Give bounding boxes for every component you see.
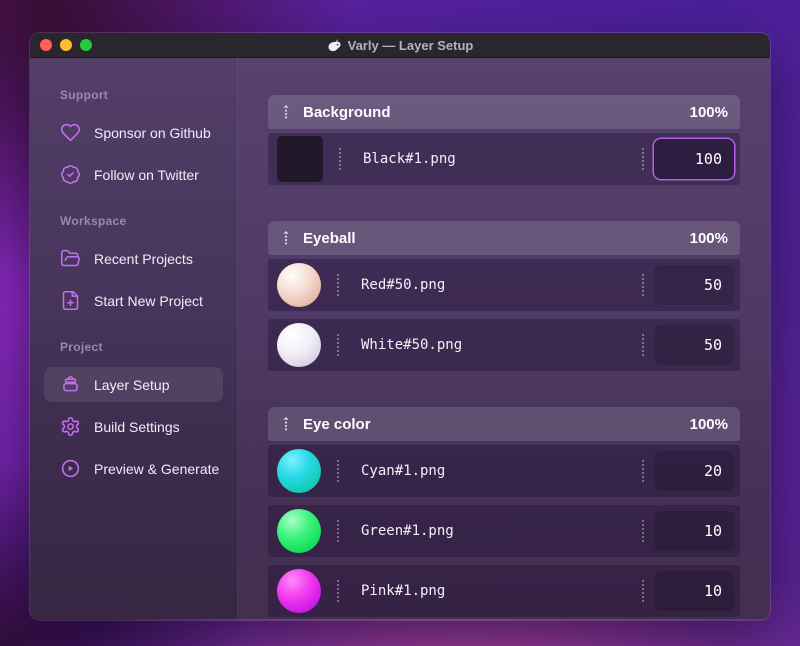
layer-thumbnail-cyan-sphere: [277, 449, 321, 493]
layer-row-white-50-png: White#50.png 50: [268, 319, 740, 371]
folder-open-icon: [60, 248, 81, 269]
layer-weight-input[interactable]: 50: [654, 325, 734, 365]
layer-weight-input[interactable]: 10: [654, 511, 734, 551]
play-circle-icon: [60, 458, 81, 479]
layer-group-header: Background 100%: [268, 95, 740, 129]
layer-group-header: Eye color 100%: [268, 407, 740, 441]
dotted-separator: [339, 148, 341, 170]
sidebar-item-label: Preview & Generate: [94, 460, 220, 477]
layer-group-header: Eyeball 100%: [268, 221, 740, 255]
sidebar-item-follow-on-twitter[interactable]: Follow on Twitter: [44, 157, 223, 192]
gear-icon: [60, 416, 81, 437]
layer-filename: Green#1.png: [361, 523, 454, 539]
layers-stack-icon: [60, 374, 81, 395]
drag-vertical-icon[interactable]: [279, 415, 293, 434]
titlebar: Varly — Layer Setup: [30, 33, 770, 58]
layer-setup-panel: Background 100% Black#1.png 100 Eyeball 100% R…: [238, 58, 770, 619]
layer-row-pink-1-png: Pink#1.png 10: [268, 565, 740, 617]
layer-group-title: Background: [303, 103, 391, 121]
layer-row-green-1-png: Green#1.png 10: [268, 505, 740, 557]
layer-group-background: Background 100% Black#1.png 100: [268, 95, 740, 185]
dotted-separator: [642, 460, 644, 482]
layer-weight-input[interactable]: 100: [654, 139, 734, 179]
zoom-button[interactable]: [80, 39, 92, 51]
layer-thumbnail-pink-sphere: [277, 569, 321, 613]
sidebar-item-label: Start New Project: [94, 292, 203, 309]
sidebar: Support Sponsor on Github Follow on Twitte…: [30, 58, 238, 619]
layer-row-cyan-1-png: Cyan#1.png 20: [268, 445, 740, 497]
layer-row-red-50-png: Red#50.png 50: [268, 259, 740, 311]
layer-group-eyeball: Eyeball 100% Red#50.png 50 White#50.png 50: [268, 221, 740, 371]
sidebar-section-label-support: Support: [60, 88, 109, 102]
sidebar-item-sponsor-on-github[interactable]: Sponsor on Github: [44, 115, 223, 150]
window-title-text: Varly — Layer Setup: [347, 37, 474, 53]
layer-filename: Black#1.png: [363, 151, 456, 167]
dotted-separator: [642, 148, 644, 170]
verified-check-icon: [60, 164, 81, 185]
dotted-separator: [642, 334, 644, 356]
heart-icon: [60, 122, 81, 143]
layer-group-title: Eyeball: [303, 229, 356, 247]
layer-group-eye-color: Eye color 100% Cyan#1.png 20 Green#1.png 10 Pi…: [268, 407, 740, 617]
layer-thumbnail-red-sphere: [277, 263, 321, 307]
sidebar-item-layer-setup[interactable]: Layer Setup: [44, 367, 223, 402]
dotted-separator: [642, 520, 644, 542]
desktop-background: Varly — Layer Setup Support Sponsor on Gi…: [0, 0, 800, 646]
dotted-separator: [337, 274, 339, 296]
sidebar-item-label: Recent Projects: [94, 250, 193, 267]
layer-group-percent: 100%: [689, 103, 728, 121]
file-plus-icon: [60, 290, 81, 311]
dotted-separator: [337, 460, 339, 482]
sidebar-item-label: Follow on Twitter: [94, 166, 199, 183]
layer-group-title: Eye color: [303, 415, 371, 433]
layer-weight-input[interactable]: 20: [654, 451, 734, 491]
sidebar-section-label-project: Project: [60, 340, 103, 354]
layer-filename: Cyan#1.png: [361, 463, 446, 479]
layer-weight-input[interactable]: 10: [654, 571, 734, 611]
layer-thumbnail-white-sphere: [277, 323, 321, 367]
window-body: Support Sponsor on Github Follow on Twitte…: [30, 58, 770, 619]
app-window: Varly — Layer Setup Support Sponsor on Gi…: [30, 33, 770, 620]
sidebar-item-label: Sponsor on Github: [94, 124, 211, 141]
sidebar-item-label: Build Settings: [94, 418, 180, 435]
layer-filename: White#50.png: [361, 337, 463, 353]
drag-vertical-icon[interactable]: [279, 229, 293, 248]
layer-thumbnail-black-square: [277, 136, 323, 182]
close-button[interactable]: [40, 39, 52, 51]
dotted-separator: [337, 520, 339, 542]
sidebar-item-recent-projects[interactable]: Recent Projects: [44, 241, 223, 276]
sidebar-item-build-settings[interactable]: Build Settings: [44, 409, 223, 444]
sidebar-item-preview-generate[interactable]: Preview & Generate: [44, 451, 223, 486]
minimize-button[interactable]: [60, 39, 72, 51]
traffic-lights: [40, 33, 92, 57]
dotted-separator: [337, 334, 339, 356]
layer-group-percent: 100%: [689, 415, 728, 433]
layer-thumbnail-green-sphere: [277, 509, 321, 553]
layer-group-percent: 100%: [689, 229, 728, 247]
dotted-separator: [642, 580, 644, 602]
unicorn-icon: [327, 38, 342, 53]
sidebar-section-label-workspace: Workspace: [60, 214, 127, 228]
dotted-separator: [337, 580, 339, 602]
layer-filename: Red#50.png: [361, 277, 446, 293]
layer-weight-input[interactable]: 50: [654, 265, 734, 305]
layer-row-black-1-png: Black#1.png 100: [268, 133, 740, 185]
dotted-separator: [642, 274, 644, 296]
sidebar-item-start-new-project[interactable]: Start New Project: [44, 283, 223, 318]
drag-vertical-icon[interactable]: [279, 103, 293, 122]
sidebar-item-label: Layer Setup: [94, 376, 170, 393]
layer-filename: Pink#1.png: [361, 583, 446, 599]
window-title: Varly — Layer Setup: [327, 37, 474, 53]
